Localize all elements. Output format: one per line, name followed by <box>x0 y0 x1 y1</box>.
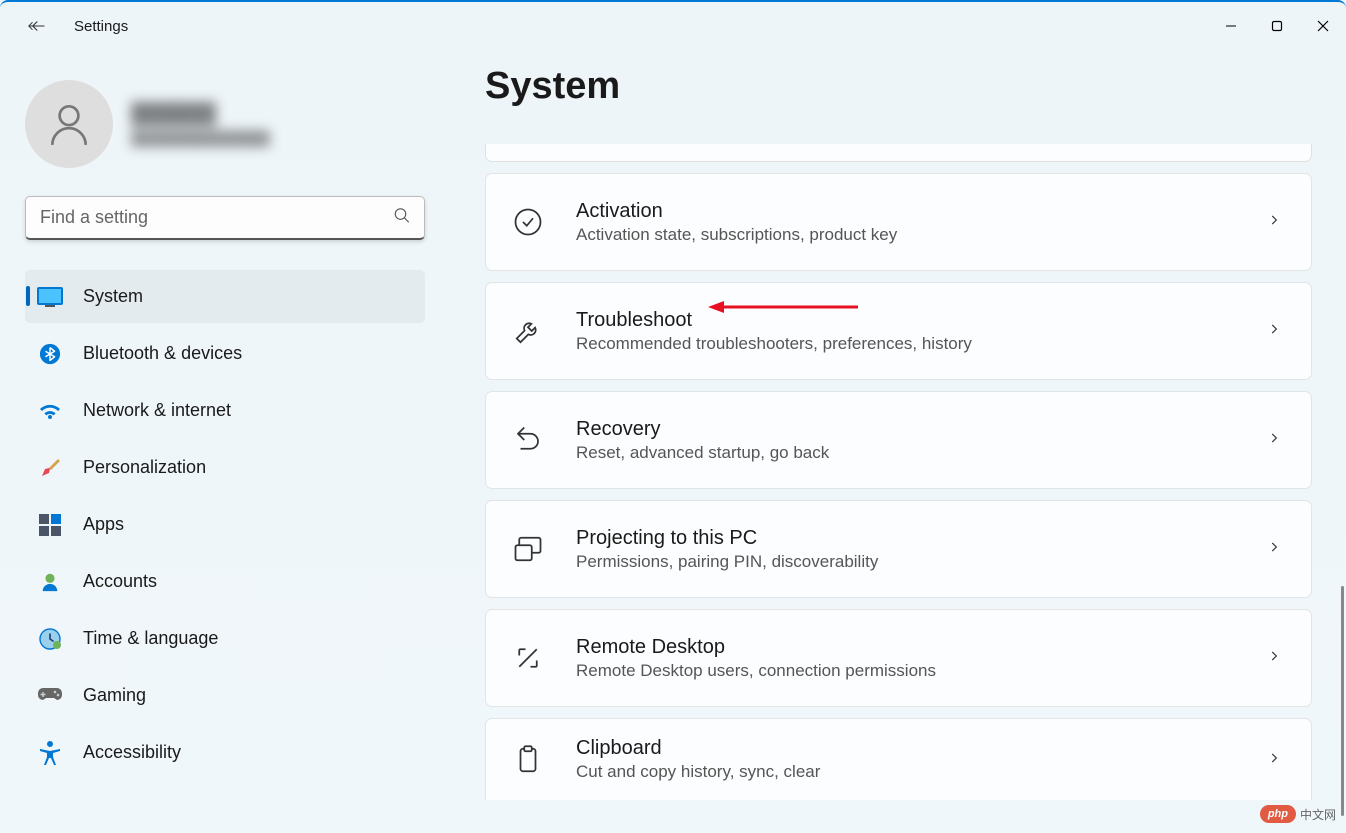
sidebar-item-accounts[interactable]: Accounts <box>25 555 425 608</box>
sidebar-item-system[interactable]: System <box>25 270 425 323</box>
wrench-icon <box>512 315 544 347</box>
maximize-icon <box>1271 20 1283 32</box>
page-title: System <box>485 65 1318 108</box>
close-icon <box>1317 20 1329 32</box>
close-button[interactable] <box>1300 10 1346 42</box>
card-activation[interactable]: Activation Activation state, subscriptio… <box>485 173 1312 271</box>
sidebar-item-network[interactable]: Network & internet <box>25 384 425 437</box>
sidebar-item-gaming[interactable]: Gaming <box>25 669 425 722</box>
card-title: Clipboard <box>576 737 1235 760</box>
sidebar-item-label: Bluetooth & devices <box>83 343 242 364</box>
chevron-right-icon <box>1267 322 1285 340</box>
search-input[interactable] <box>25 196 425 240</box>
sidebar-item-label: System <box>83 286 143 307</box>
card-title: Activation <box>576 200 1235 223</box>
clipboard-icon <box>512 744 544 776</box>
card-clipboard[interactable]: Clipboard Cut and copy history, sync, cl… <box>485 718 1312 800</box>
user-section[interactable]: ██████ ██████████████ <box>25 80 425 168</box>
content-area: System Activation Activation state, subs… <box>425 50 1346 833</box>
user-email: ██████████████ <box>131 130 270 146</box>
apps-icon <box>37 512 63 538</box>
user-placeholder-icon <box>44 99 94 149</box>
bluetooth-icon <box>37 341 63 367</box>
window-controls <box>1208 10 1346 42</box>
nav-list: System Bluetooth & devices Network & int… <box>25 270 425 779</box>
sidebar: ██████ ██████████████ System Bluetoo <box>0 50 425 833</box>
sidebar-item-apps[interactable]: Apps <box>25 498 425 551</box>
user-info: ██████ ██████████████ <box>131 103 270 146</box>
sidebar-item-label: Accessibility <box>83 742 181 763</box>
app-title: Settings <box>74 18 128 35</box>
card-remote[interactable]: Remote Desktop Remote Desktop users, con… <box>485 609 1312 707</box>
card-title: Projecting to this PC <box>576 527 1235 550</box>
chevron-right-icon <box>1267 649 1285 667</box>
card-desc: Permissions, pairing PIN, discoverabilit… <box>576 552 1235 572</box>
display-icon <box>37 284 63 310</box>
check-circle-icon <box>512 206 544 238</box>
sidebar-item-label: Network & internet <box>83 400 231 421</box>
card-desc: Recommended troubleshooters, preferences… <box>576 334 1235 354</box>
card-projecting[interactable]: Projecting to this PC Permissions, pairi… <box>485 500 1312 598</box>
sidebar-item-time[interactable]: Time & language <box>25 612 425 665</box>
watermark-text: 中文网 <box>1300 806 1336 823</box>
settings-list: Activation Activation state, subscriptio… <box>485 144 1318 800</box>
user-name: ██████ <box>131 103 270 126</box>
watermark-pill: php <box>1260 805 1296 823</box>
maximize-button[interactable] <box>1254 10 1300 42</box>
sidebar-item-personalization[interactable]: Personalization <box>25 441 425 494</box>
chevron-right-icon <box>1267 213 1285 231</box>
titlebar: Settings <box>0 2 1346 50</box>
search-icon[interactable] <box>393 207 411 230</box>
sidebar-item-label: Apps <box>83 514 124 535</box>
minimize-button[interactable] <box>1208 10 1254 42</box>
sidebar-item-label: Time & language <box>83 628 218 649</box>
project-icon <box>512 533 544 565</box>
watermark: php 中文网 <box>1260 805 1336 823</box>
card-troubleshoot[interactable]: Troubleshoot Recommended troubleshooters… <box>485 282 1312 380</box>
sidebar-item-label: Personalization <box>83 457 206 478</box>
chevron-right-icon <box>1267 751 1285 769</box>
sidebar-item-label: Accounts <box>83 571 157 592</box>
remote-icon <box>512 642 544 674</box>
card-desc: Cut and copy history, sync, clear <box>576 762 1235 782</box>
sidebar-item-bluetooth[interactable]: Bluetooth & devices <box>25 327 425 380</box>
card-desc: Activation state, subscriptions, product… <box>576 225 1235 245</box>
avatar <box>25 80 113 168</box>
recovery-icon <box>512 424 544 456</box>
card-recovery[interactable]: Recovery Reset, advanced startup, go bac… <box>485 391 1312 489</box>
sidebar-item-accessibility[interactable]: Accessibility <box>25 726 425 779</box>
scrollbar[interactable] <box>1341 586 1344 816</box>
minimize-icon <box>1225 20 1237 32</box>
brush-icon <box>37 455 63 481</box>
card-desc: Remote Desktop users, connection permiss… <box>576 661 1235 681</box>
gamepad-icon <box>37 683 63 709</box>
card-desc: Reset, advanced startup, go back <box>576 443 1235 463</box>
sidebar-item-label: Gaming <box>83 685 146 706</box>
card-title: Troubleshoot <box>576 309 1235 332</box>
person-icon <box>37 569 63 595</box>
card-partial-top[interactable] <box>485 144 1312 162</box>
card-title: Remote Desktop <box>576 636 1235 659</box>
back-button[interactable] <box>26 16 46 36</box>
accessibility-icon <box>37 740 63 766</box>
clock-icon <box>37 626 63 652</box>
wifi-icon <box>37 398 63 424</box>
card-title: Recovery <box>576 418 1235 441</box>
chevron-right-icon <box>1267 540 1285 558</box>
chevron-right-icon <box>1267 431 1285 449</box>
